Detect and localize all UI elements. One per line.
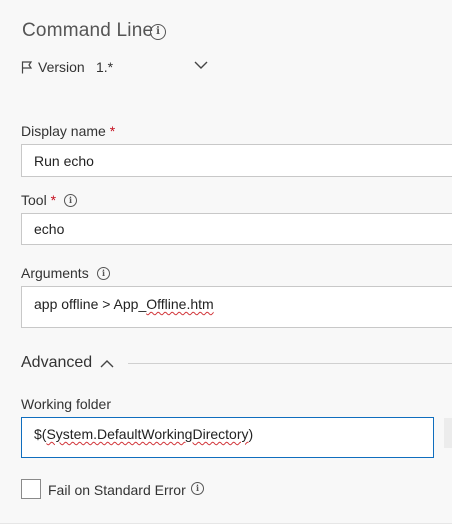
arguments-value: app offline > App_Offline.htm: [34, 296, 214, 312]
tool-value: echo: [34, 221, 65, 237]
required-marker: *: [50, 192, 57, 208]
section-divider: [128, 363, 452, 364]
chevron-down-icon[interactable]: [194, 60, 208, 70]
info-icon[interactable]: i: [97, 267, 110, 280]
display-name-value: Run echo: [34, 152, 94, 169]
working-folder-field[interactable]: $(System.DefaultWorkingDirectory): [21, 417, 434, 458]
required-marker: *: [109, 123, 116, 139]
version-value[interactable]: 1.*: [96, 59, 113, 75]
chevron-up-icon[interactable]: [100, 359, 114, 369]
display-name-label: Display name *: [21, 123, 116, 139]
arguments-field[interactable]: app offline > App_Offline.htm: [21, 286, 452, 328]
fail-on-stderr-label[interactable]: Fail on Standard Error: [48, 482, 186, 498]
tool-field[interactable]: echo: [21, 213, 452, 245]
page-title: Command Line: [22, 20, 154, 41]
working-folder-value: $(System.DefaultWorkingDirectory): [34, 426, 254, 442]
info-icon[interactable]: i: [191, 482, 204, 495]
version-label: Version: [38, 59, 85, 75]
working-folder-label: Working folder: [21, 396, 112, 412]
arguments-label: Arguments: [21, 265, 89, 281]
scroll-edge: [444, 418, 452, 448]
info-icon[interactable]: i: [150, 24, 166, 40]
tool-label: Tool *: [21, 192, 57, 208]
info-icon[interactable]: i: [64, 194, 77, 207]
advanced-section-label[interactable]: Advanced: [21, 354, 92, 372]
flag-icon: [21, 61, 33, 74]
display-name-field[interactable]: Run echo: [21, 144, 452, 177]
fail-on-stderr-checkbox[interactable]: [21, 479, 41, 499]
